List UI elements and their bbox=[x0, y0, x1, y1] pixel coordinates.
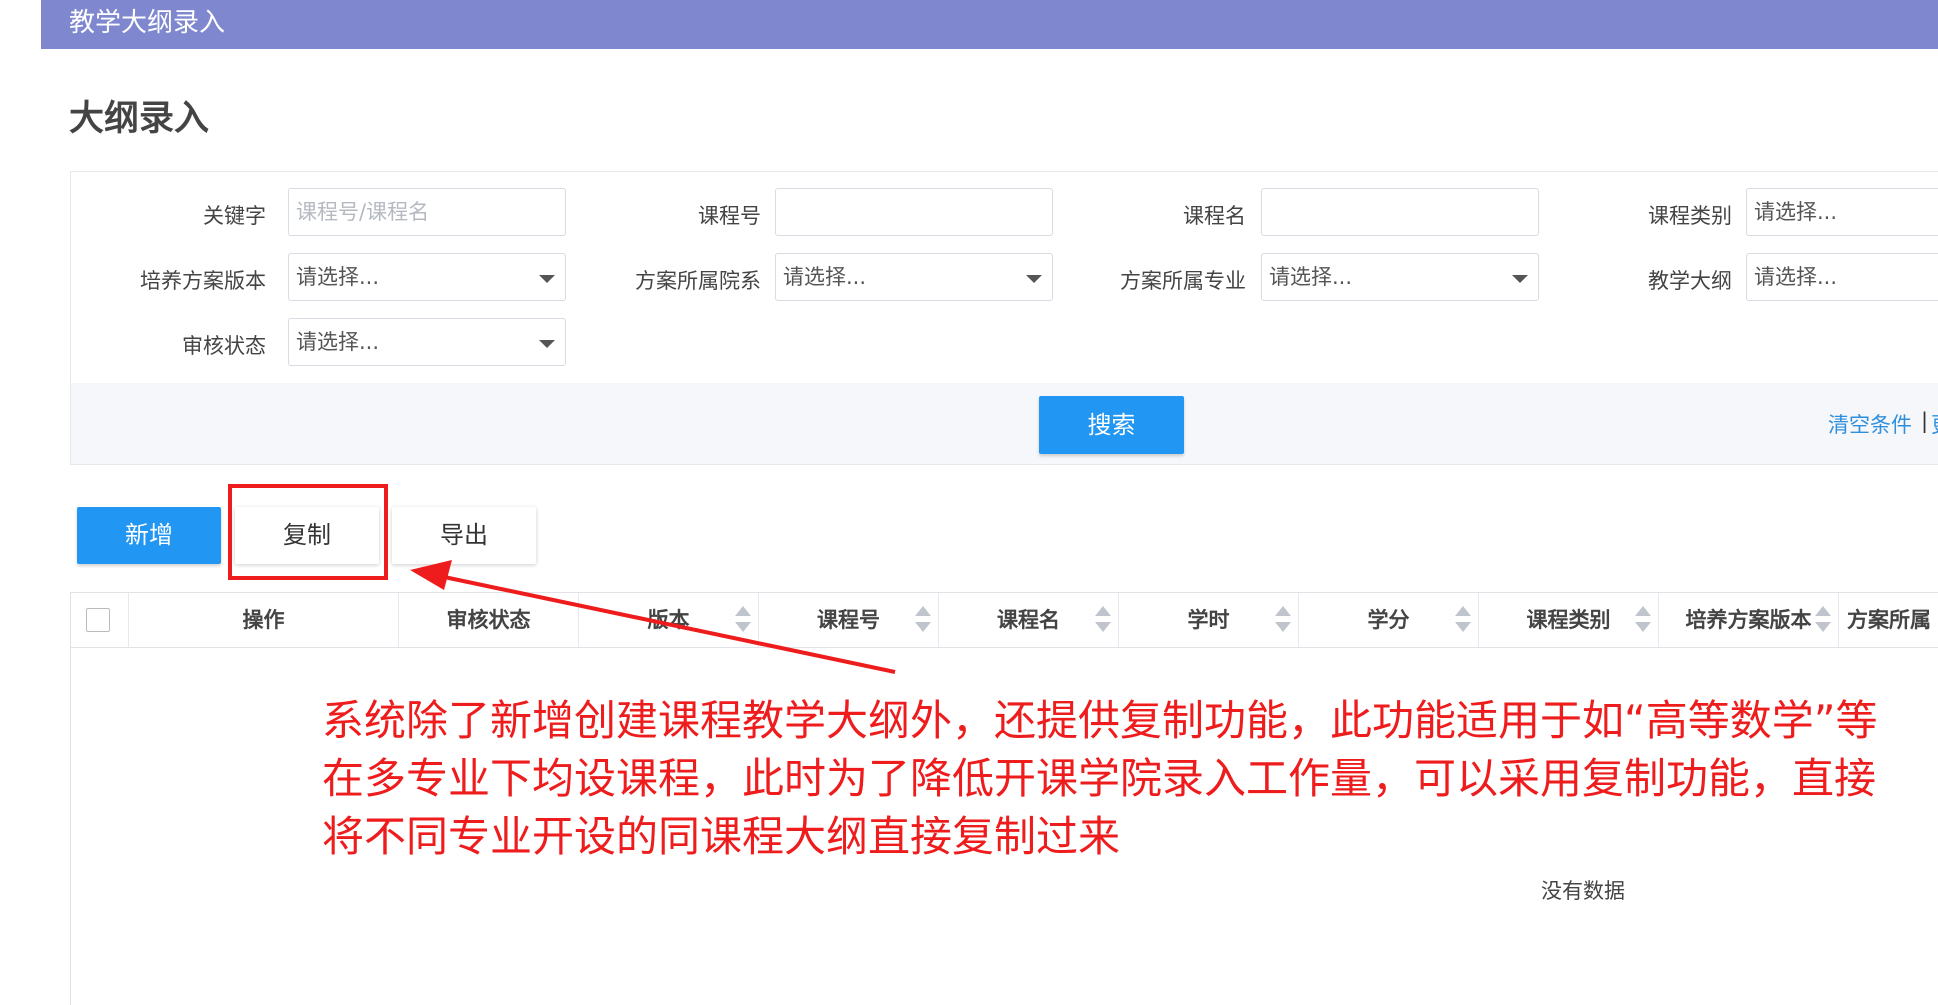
sort-icon bbox=[1274, 606, 1292, 634]
plan-dept-label: 方案所属院系 bbox=[635, 269, 761, 293]
column-header-sortable[interactable]: 学时 bbox=[1119, 593, 1299, 647]
review-status-select[interactable]: 请选择... bbox=[288, 318, 566, 366]
keyword-label: 关键字 bbox=[203, 204, 266, 228]
plan-version-select[interactable]: 请选择... bbox=[288, 253, 566, 301]
plan-major-value: 请选择... bbox=[1269, 265, 1353, 289]
export-button[interactable]: 导出 bbox=[392, 507, 536, 564]
chevron-down-icon bbox=[1512, 275, 1528, 283]
page-title: 大纲录入 bbox=[69, 99, 210, 139]
plan-version-label: 培养方案版本 bbox=[140, 269, 266, 293]
annotation-text: 系统除了新增创建课程教学大纲外，还提供复制功能，此功能适用于如“高等数学”等在多… bbox=[322, 696, 1878, 861]
link-separator: | bbox=[1921, 409, 1929, 433]
course-name-input[interactable] bbox=[1261, 188, 1539, 236]
syllabus-select[interactable]: 请选择... bbox=[1746, 253, 1938, 301]
copy-highlight-box bbox=[228, 484, 388, 580]
course-no-label: 课程号 bbox=[698, 204, 761, 228]
column-label: 学分 bbox=[1367, 608, 1410, 632]
select-all-checkbox[interactable] bbox=[86, 608, 110, 632]
sort-icon bbox=[1814, 606, 1832, 634]
column-header-sortable[interactable]: 课程名 bbox=[939, 593, 1119, 647]
search-button[interactable]: 搜索 bbox=[1039, 396, 1184, 454]
chevron-down-icon bbox=[1026, 275, 1042, 283]
course-no-input[interactable] bbox=[775, 188, 1053, 236]
column-label: 培养方案版本 bbox=[1685, 608, 1812, 632]
clear-conditions-link[interactable]: 清空条件 bbox=[1828, 409, 1912, 439]
app-header: 教学大纲录入 bbox=[41, 0, 1938, 49]
column-label: 课程号 bbox=[817, 608, 880, 632]
column-header: 方案所属 bbox=[1847, 608, 1931, 632]
app-title: 教学大纲录入 bbox=[69, 8, 226, 38]
sort-icon bbox=[914, 606, 932, 634]
plan-major-label: 方案所属专业 bbox=[1120, 269, 1246, 293]
empty-state-text: 没有数据 bbox=[1541, 879, 1625, 903]
add-button[interactable]: 新增 bbox=[77, 507, 221, 564]
search-panel: 关键字 课程号/课程名 课程号 课程名 课程类别 请选择... 培养方案版本 请… bbox=[70, 171, 1938, 465]
column-header: 操作 bbox=[129, 593, 399, 647]
column-label: 学时 bbox=[1187, 608, 1230, 632]
column-header: 审核状态 bbox=[399, 593, 579, 647]
more-link[interactable]: 更 bbox=[1931, 409, 1938, 439]
course-name-label: 课程名 bbox=[1183, 204, 1246, 228]
plan-dept-value: 请选择... bbox=[783, 265, 867, 289]
course-type-select[interactable]: 请选择... bbox=[1746, 188, 1938, 236]
chevron-down-icon bbox=[539, 340, 555, 348]
chevron-down-icon bbox=[539, 275, 555, 283]
column-label: 课程名 bbox=[997, 608, 1060, 632]
column-header-sortable[interactable]: 版本 bbox=[579, 593, 759, 647]
keyword-input[interactable]: 课程号/课程名 bbox=[288, 188, 566, 236]
sort-icon bbox=[734, 606, 752, 634]
sort-icon bbox=[1454, 606, 1472, 634]
table-header: 操作 审核状态 版本 课程号 课程名 学时 学分 课程类别 培养方案版本 方案所… bbox=[71, 592, 1938, 648]
plan-major-select[interactable]: 请选择... bbox=[1261, 253, 1539, 301]
plan-version-value: 请选择... bbox=[296, 265, 380, 289]
sort-icon bbox=[1094, 606, 1112, 634]
column-label: 版本 bbox=[647, 608, 690, 632]
select-all-cell bbox=[71, 593, 129, 647]
plan-dept-select[interactable]: 请选择... bbox=[775, 253, 1053, 301]
column-header-sortable[interactable]: 学分 bbox=[1299, 593, 1479, 647]
column-header-sortable[interactable]: 培养方案版本 bbox=[1659, 593, 1839, 647]
column-label: 课程类别 bbox=[1526, 608, 1611, 632]
search-footer: 搜索 清空条件 | 更 bbox=[71, 383, 1938, 464]
syllabus-label: 教学大纲 bbox=[1648, 269, 1732, 293]
column-header-sortable[interactable]: 课程类别 bbox=[1479, 593, 1659, 647]
column-header-sortable[interactable]: 课程号 bbox=[759, 593, 939, 647]
review-status-label: 审核状态 bbox=[182, 334, 266, 358]
course-type-label: 课程类别 bbox=[1648, 204, 1732, 228]
review-status-value: 请选择... bbox=[296, 330, 380, 354]
sort-icon bbox=[1634, 606, 1652, 634]
